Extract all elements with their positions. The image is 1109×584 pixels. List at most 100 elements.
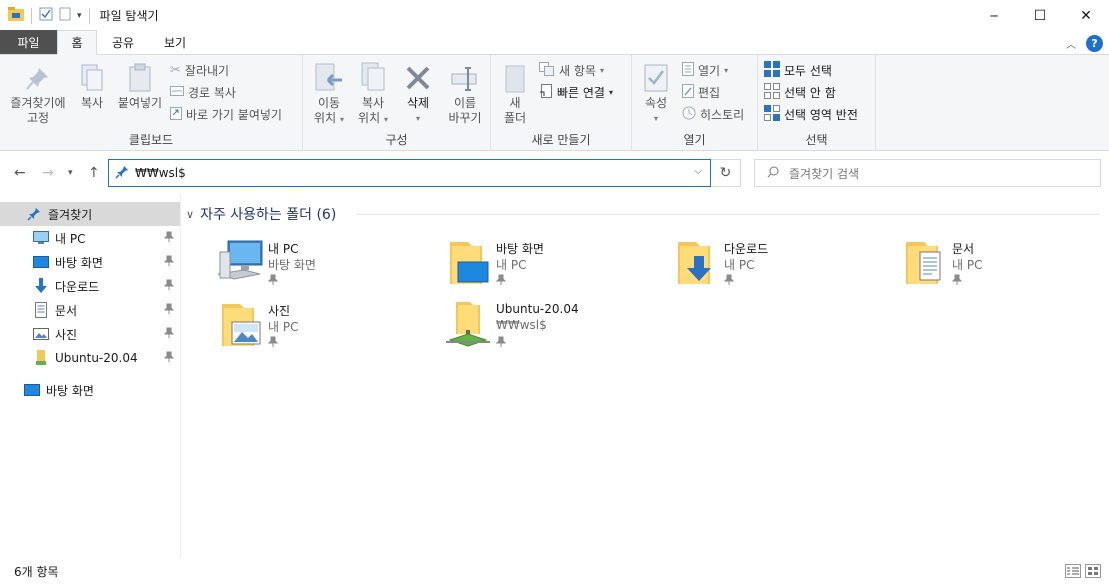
new-folder-button[interactable]: 새 폴더 [497,61,533,126]
downloads-folder-icon [670,238,720,290]
easy-access-label: 빠른 연결 [557,85,605,100]
sidebar-item-documents[interactable]: 문서 [0,298,180,322]
close-icon: ✕ [1080,7,1092,24]
select-all-button[interactable]: 모두 선택 [764,60,832,80]
window-title: 파일 탐색기 [99,9,159,23]
section-title: 자주 사용하는 폴더 (6) [200,207,337,223]
desktop-icon [24,382,40,398]
download-icon [33,278,49,294]
tab-home[interactable]: 홈 [57,30,97,55]
tile-documents[interactable]: 문서 내 PC [870,238,1090,296]
collapse-ribbon-icon[interactable]: ︿ [1066,36,1076,51]
invert-selection-button[interactable]: 선택 영역 반전 [764,104,858,124]
item-count: 6개 항목 [14,564,59,579]
easy-access-button[interactable]: 빠른 연결 ▾ [539,82,613,102]
close-button[interactable]: ✕ [1063,0,1109,31]
move-to-button[interactable]: 이동 위치 ▾ [311,61,347,127]
tile-this-pc[interactable]: 내 PC 바탕 화면 [186,238,406,296]
pane-divider[interactable] [180,194,181,558]
new-item-icon [539,61,555,79]
address-dropdown-icon[interactable]: ⌵ [694,166,702,177]
details-view-icon[interactable] [1065,564,1081,581]
file-list: ∨ 자주 사용하는 폴더 (6) 내 PC 바탕 화면 바탕 화면 내 PC 다… [186,200,1101,558]
maximize-button[interactable]: ☐ [1017,0,1063,31]
search-input[interactable]: 즐겨찾기 검색 [754,159,1101,187]
properties-button[interactable]: 속성 ▾ [638,61,674,126]
copy-button[interactable]: 복사 [74,61,110,111]
sidebar-item-quick-access[interactable]: 즐겨찾기 [0,202,180,226]
pictures-folder-icon [214,300,264,352]
paste-button[interactable]: 붙여넣기 [114,61,166,111]
pin-icon[interactable] [163,303,175,318]
move-dropdown-icon: ▾ [339,115,344,124]
tile-downloads[interactable]: 다운로드 내 PC [642,238,862,296]
move-to-icon [313,61,345,95]
pin-to-quick-access-button[interactable]: 즐겨찾기에 고정 [6,61,70,126]
help-icon[interactable]: ? [1086,35,1103,52]
sidebar-item-desktop-root[interactable]: 바탕 화면 [0,378,180,402]
tile-name: 다운로드 [724,242,769,256]
document-icon [33,302,49,318]
recent-locations-dropdown-icon[interactable]: ▾ [68,168,73,178]
organize-group-label: 구성 [385,133,408,147]
tile-name: 내 PC [268,242,299,256]
open-button[interactable]: 열기 ▾ [682,60,728,80]
properties-qat-icon[interactable] [39,7,53,24]
open-group-label: 열기 [683,133,706,147]
rename-label-1: 이름 [453,96,477,110]
sidebar-item-pictures[interactable]: 사진 [0,322,180,346]
pin-icon[interactable] [163,327,175,342]
tab-share[interactable]: 공유 [97,30,149,54]
tile-pictures[interactable]: 사진 내 PC [186,300,406,358]
tab-view[interactable]: 보기 [149,30,201,54]
title-bar: ▾ 파일 탐색기 ─ ☐ ✕ [0,0,1109,31]
cut-button[interactable]: ✂ 잘라내기 [170,60,229,80]
documents-folder-icon [898,238,948,290]
large-icons-view-icon[interactable] [1085,564,1101,581]
refresh-button[interactable]: ↻ [711,159,741,187]
organize-group: 이동 위치 ▾ 복사 위치 ▾ 삭제 ▾ 이름 바꾸기 구성 [303,55,491,151]
desktop-folder-icon [442,238,492,290]
paste-shortcut-button[interactable]: 바로 가기 붙여넣기 [170,104,282,124]
history-button[interactable]: 히스토리 [682,104,744,124]
sidebar-item-ubuntu[interactable]: Ubuntu-20.04 [0,346,180,370]
edit-button[interactable]: 편집 [682,82,720,102]
delete-button[interactable]: 삭제 ▾ [399,61,437,126]
copy-to-label-2-text: 위치 [358,111,381,125]
new-folder-icon [499,61,531,95]
select-none-button[interactable]: 선택 안 함 [764,82,836,102]
pin-icon[interactable] [163,231,175,246]
minimize-button[interactable]: ─ [971,0,1017,31]
tile-location: 내 PC [724,258,755,272]
history-label: 히스토리 [700,107,745,122]
new-item-button[interactable]: 새 항목 ▾ [539,60,604,80]
sidebar-item-this-pc[interactable]: 내 PC [0,226,180,250]
sidebar-item-downloads[interactable]: 다운로드 [0,274,180,298]
pin-icon[interactable] [163,351,175,366]
pin-icon [495,274,507,289]
select-group: 모두 선택 선택 안 함 선택 영역 반전 선택 [758,55,876,151]
copy-to-button[interactable]: 복사 위치 ▾ [355,61,391,127]
frequent-folders-header[interactable]: ∨ 자주 사용하는 폴더 (6) [186,204,336,224]
up-arrow-icon[interactable]: ↑ [88,165,100,181]
pin-icon[interactable] [163,255,175,270]
tile-ubuntu[interactable]: Ubuntu-20.04 ₩₩wsl$ [414,300,634,358]
desktop-icon [33,254,49,270]
rename-button[interactable]: 이름 바꾸기 [445,61,485,126]
invert-selection-label: 선택 영역 반전 [784,107,858,122]
copy-path-button[interactable]: 경로 복사 [170,82,236,102]
new-folder-qat-icon[interactable] [58,7,72,24]
sidebar-item-desktop[interactable]: 바탕 화면 [0,250,180,274]
address-bar[interactable]: ₩₩wsl$ ⌵ [108,159,711,187]
status-bar: 6개 항목 [0,558,1109,584]
tile-desktop[interactable]: 바탕 화면 내 PC [414,238,634,296]
pin-icon[interactable] [163,279,175,294]
tab-file[interactable]: 파일 [0,30,57,54]
back-arrow-icon[interactable]: ← [14,165,26,181]
open-label: 열기 [698,63,721,78]
move-label-1: 이동 [317,96,341,110]
customize-qat-dropdown-icon[interactable]: ▾ [77,11,82,21]
forward-arrow-icon[interactable]: → [42,165,54,181]
properties-dropdown-icon: ▾ [653,114,658,123]
search-icon [767,166,779,181]
